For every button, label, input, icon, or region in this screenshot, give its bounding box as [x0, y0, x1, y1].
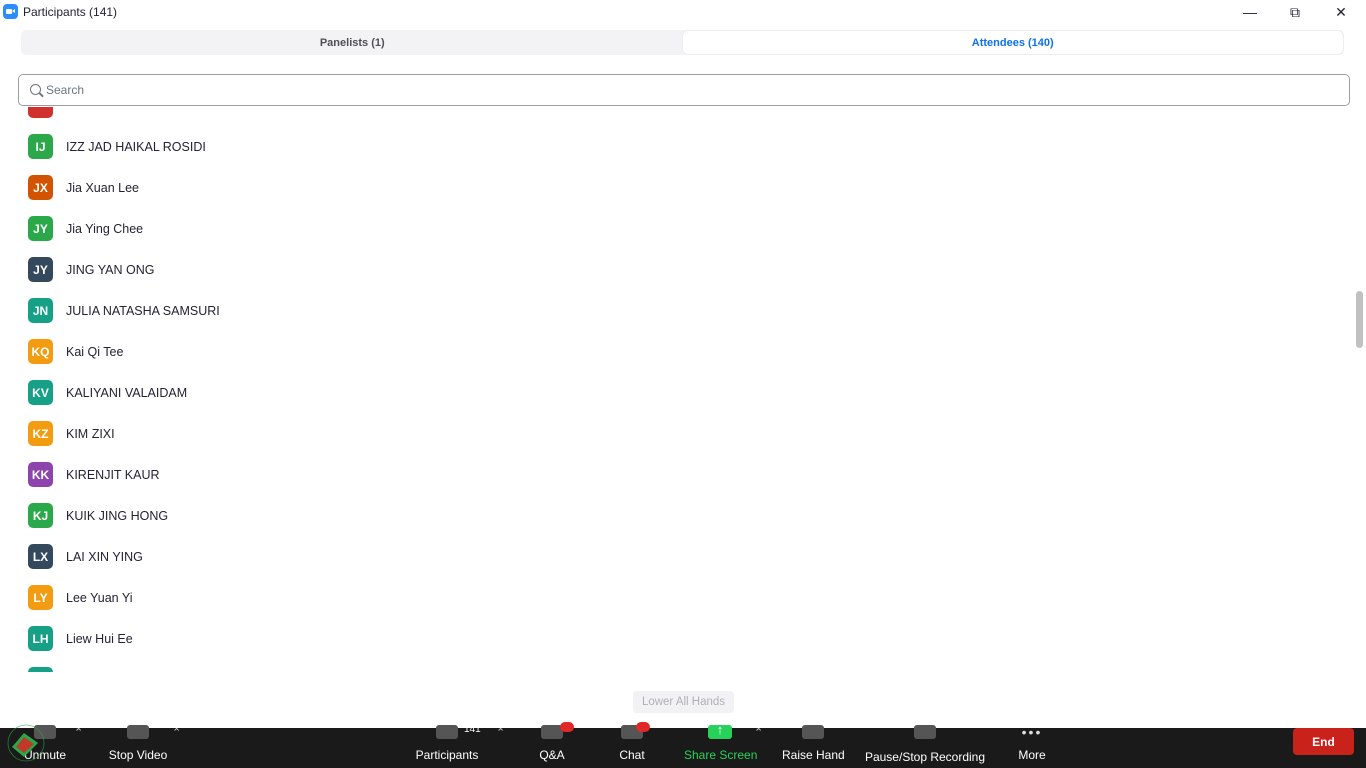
participant-name: LAI XIN YING [66, 549, 143, 564]
participant-name: Lee Yuan Yi [66, 590, 133, 605]
participant-name: Jia Xuan Lee [66, 180, 139, 195]
minimize-button[interactable]: — [1227, 0, 1273, 24]
pause-stop-icon [914, 725, 936, 739]
avatar: LH [28, 667, 53, 672]
restore-button[interactable]: ⧉ [1272, 0, 1318, 24]
more-dots-icon [1019, 724, 1045, 734]
title-bar: Participants (141) — ⧉ ✕ [0, 0, 1366, 24]
participant-row[interactable]: KJ KUIK JING HONG [0, 495, 1354, 536]
participant-list[interactable]: IJ IZZ JAD HAIKAL ROSIDI JX Jia Xuan Lee JY J… [0, 107, 1354, 672]
avatar [28, 107, 53, 118]
avatar: LH [28, 626, 53, 651]
participant-row[interactable]: KK KIRENJIT KAUR [0, 454, 1354, 495]
share-options-chevron-icon[interactable]: ⌃ [754, 726, 763, 739]
participant-row[interactable] [0, 107, 1354, 126]
end-meeting-button[interactable]: End [1293, 728, 1354, 755]
avatar: KK [28, 462, 53, 487]
audio-options-chevron-icon[interactable]: ⌃ [74, 726, 83, 739]
participant-row[interactable]: LHLiew Hui Ee [0, 659, 1354, 672]
participant-row[interactable]: LH Liew Hui Ee [0, 618, 1354, 659]
hand-icon [802, 725, 824, 739]
participant-row[interactable]: JN JULIA NATASHA SAMSURI [0, 290, 1354, 331]
watermark-logo [7, 724, 45, 762]
avatar: JY [28, 257, 53, 282]
participants-label: Participants [415, 748, 479, 762]
more-button[interactable]: More [1014, 728, 1050, 768]
participant-row[interactable]: LY Lee Yuan Yi [0, 577, 1354, 618]
participant-row[interactable]: KV KALIYANI VALAIDAM [0, 372, 1354, 413]
avatar: KQ [28, 339, 53, 364]
raise-hand-label: Raise Hand [782, 748, 845, 762]
tab-attendees[interactable]: Attendees (140) [682, 31, 1343, 54]
participant-tabs: Panelists (1) Attendees (140) [21, 30, 1344, 55]
avatar: KJ [28, 503, 53, 528]
stop-video-button[interactable]: Stop Video [100, 725, 176, 768]
participant-row[interactable]: KQ Kai Qi Tee [0, 331, 1354, 372]
search-icon [30, 84, 41, 95]
participant-name: JING YAN ONG [66, 262, 155, 277]
lower-all-hands-button[interactable]: Lower All Hands [633, 691, 734, 713]
participant-name: KIM ZIXI [66, 426, 115, 441]
participant-row[interactable]: LX LAI XIN YING [0, 536, 1354, 577]
share-screen-label: Share Screen [684, 748, 758, 762]
scrollbar-thumb[interactable] [1356, 291, 1363, 348]
window-title: Participants (141) [23, 5, 118, 19]
participant-name: Jia Ying Chee [66, 221, 144, 236]
qa-label: Q&A [539, 748, 565, 762]
avatar: LY [28, 585, 53, 610]
participant-name: Kai Qi Tee [66, 344, 124, 359]
participant-row[interactable]: JY Jia Ying Chee [0, 208, 1354, 249]
search-input[interactable] [46, 81, 1336, 99]
participant-row[interactable]: KZ KIM ZIXI [0, 413, 1354, 454]
share-screen-icon [708, 722, 732, 739]
close-button[interactable]: ✕ [1318, 0, 1364, 24]
more-label: More [1018, 748, 1046, 762]
video-options-chevron-icon[interactable]: ⌃ [172, 726, 181, 739]
scrollbar-track[interactable] [1354, 107, 1366, 672]
participant-name: Liew Hui Ee [66, 631, 133, 646]
chat-button[interactable]: Chat [612, 722, 652, 768]
zoom-app-icon [3, 4, 18, 19]
participant-name: IZZ JAD HAIKAL ROSIDI [66, 139, 206, 154]
participant-row[interactable]: JY JING YAN ONG [0, 249, 1354, 290]
participant-row[interactable]: JX Jia Xuan Lee [0, 167, 1354, 208]
qa-notification-badge [560, 722, 574, 732]
avatar: KV [28, 380, 53, 405]
chat-notification-badge [636, 722, 650, 732]
video-camera-icon [127, 725, 149, 739]
qa-button[interactable]: Q&A [530, 722, 574, 768]
participant-name: KIRENJIT KAUR [66, 467, 160, 482]
tab-panelists[interactable]: Panelists (1) [22, 31, 683, 54]
participant-name: KALIYANI VALAIDAM [66, 385, 188, 400]
avatar: JX [28, 175, 53, 200]
participants-icon [436, 725, 458, 739]
pause-stop-recording-button[interactable]: Pause/Stop Recording [864, 725, 986, 768]
participant-name: JULIA NATASHA SAMSURI [66, 303, 220, 318]
participant-row[interactable]: IJ IZZ JAD HAIKAL ROSIDI [0, 126, 1354, 167]
stop-video-label: Stop Video [108, 748, 168, 762]
avatar: IJ [28, 134, 53, 159]
avatar: KZ [28, 421, 53, 446]
avatar: LX [28, 544, 53, 569]
avatar: JN [28, 298, 53, 323]
chat-label: Chat [619, 748, 645, 762]
avatar: JY [28, 216, 53, 241]
raise-hand-button[interactable]: Raise Hand [782, 725, 845, 768]
record-label: Pause/Stop Recording [864, 750, 986, 764]
participant-count-badge: 141 [464, 724, 481, 735]
share-screen-button[interactable]: Share Screen [684, 722, 758, 768]
meeting-toolbar: Unmute ⌃ Stop Video ⌃ Participants 141 ⌃… [0, 722, 1366, 768]
participant-name: KUIK JING HONG [66, 508, 169, 523]
search-box [18, 74, 1350, 106]
participants-options-chevron-icon[interactable]: ⌃ [496, 726, 505, 739]
